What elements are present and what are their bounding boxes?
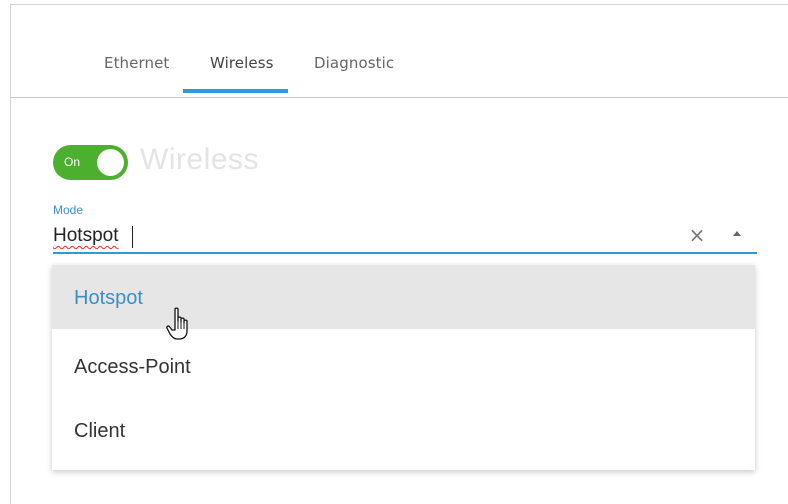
mode-label: Mode (53, 203, 84, 217)
tab-ethernet[interactable]: Ethernet (104, 54, 169, 72)
dropdown-option-client[interactable]: Client (52, 398, 755, 462)
option-label: Hotspot (74, 287, 143, 309)
toggle-label: On (64, 155, 81, 169)
mode-input[interactable]: Hotspot × (53, 222, 757, 254)
close-icon[interactable]: × (687, 224, 707, 246)
wireless-toggle[interactable]: On (53, 145, 128, 180)
section-title: Wireless (140, 143, 260, 176)
tab-bar: Ethernet Wireless Diagnostic (11, 5, 788, 98)
tab-wireless[interactable]: Wireless (210, 54, 274, 72)
option-label: Access-Point (74, 356, 191, 378)
dropdown-option-hotspot[interactable]: Hotspot (52, 265, 755, 329)
text-caret (132, 226, 133, 248)
toggle-knob (97, 149, 124, 176)
mode-dropdown-menu: Hotspot Access-Point Client (52, 265, 755, 470)
tab-diagnostic[interactable]: Diagnostic (314, 54, 394, 72)
chevron-up-icon[interactable] (733, 231, 741, 236)
active-tab-indicator (183, 89, 288, 93)
mode-input-value: Hotspot (53, 225, 119, 246)
option-label: Client (74, 420, 126, 442)
hand-pointer-icon (166, 307, 188, 340)
dropdown-option-access-point[interactable]: Access-Point (52, 334, 755, 398)
